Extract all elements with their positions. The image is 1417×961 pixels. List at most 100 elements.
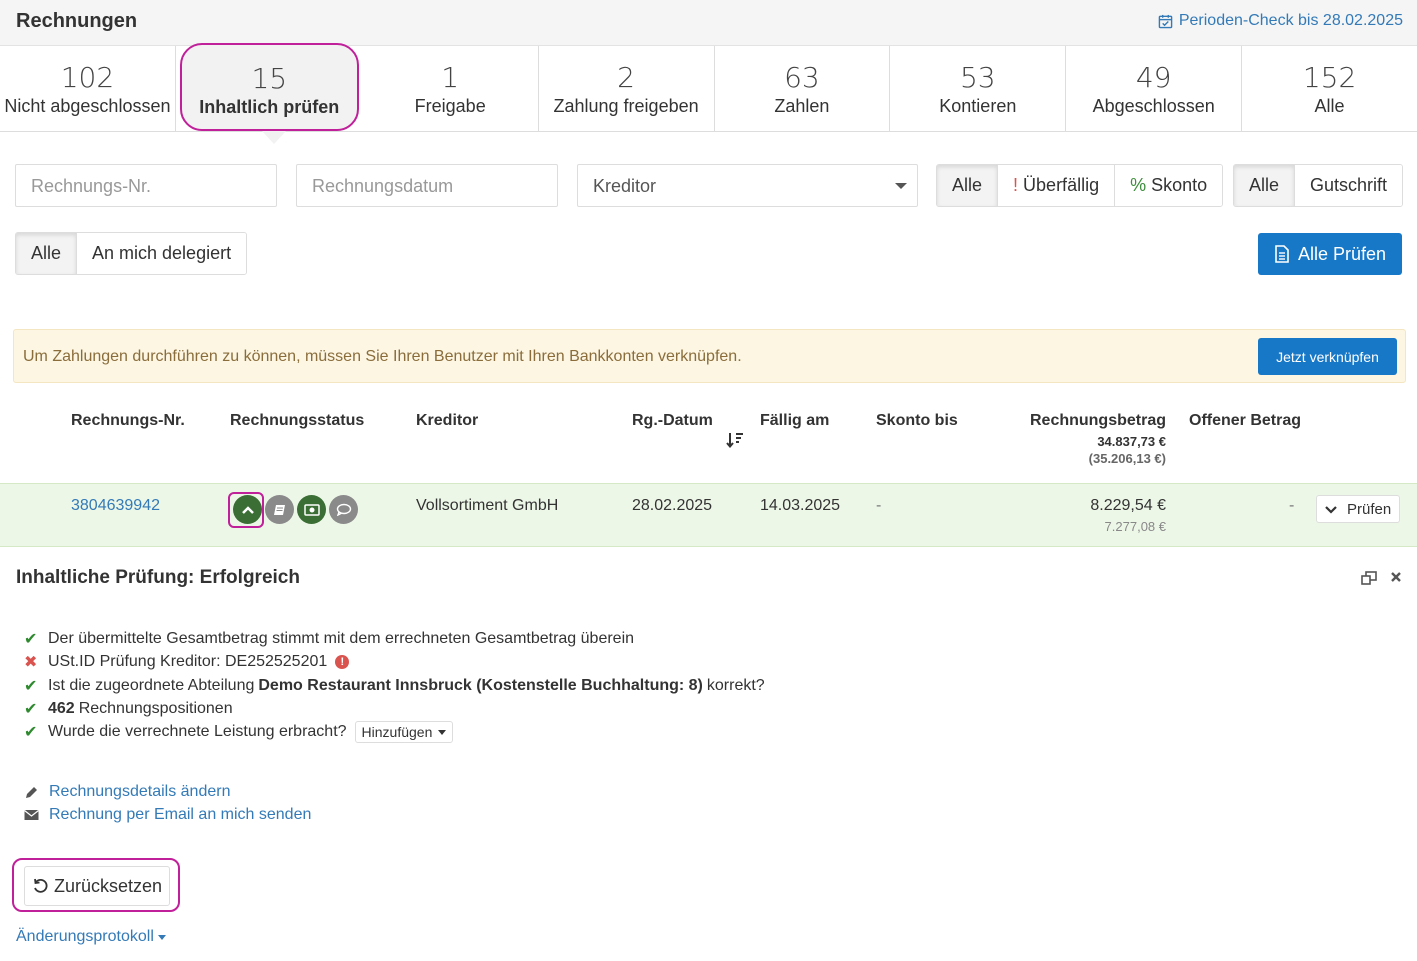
check-all-label: Alle Prüfen [1297, 243, 1387, 264]
tab-all[interactable]: 152 Alle [1242, 46, 1417, 131]
check-all-button[interactable]: Alle Prüfen [1258, 233, 1402, 275]
reset-label: Zurücksetzen [53, 875, 163, 896]
tab-count: 102 [60, 61, 115, 94]
checkmark-icon: ✔ [24, 678, 38, 695]
type-filter-credit-note[interactable]: Gutschrift [1295, 165, 1403, 206]
tab-release-payment[interactable]: 2 Zahlung freigeben [539, 46, 715, 131]
check-row-button[interactable]: Prüfen [1316, 495, 1400, 523]
page-header: Rechnungen Perioden-Check bis 28.02.2025 [0, 0, 1417, 46]
active-tab-caret [262, 131, 286, 144]
tab-label: Abgeschlossen [1092, 96, 1215, 116]
tab-count: 15 [251, 62, 288, 95]
bank-link-alert: Um Zahlungen durchführen zu können, müss… [13, 329, 1406, 383]
checkmark-icon: ✔ [24, 724, 38, 741]
due-cell: 14.03.2025 [760, 497, 841, 514]
col-due[interactable]: Fällig am [760, 412, 829, 430]
invoice-number-input[interactable]: Rechnungs-Nr. [15, 164, 277, 207]
reset-button[interactable]: Zurücksetzen [24, 866, 170, 906]
tab-label: Zahlung freigeben [553, 96, 699, 116]
due-filter-discount[interactable]: % Skonto [1115, 165, 1223, 206]
col-amount[interactable]: Rechnungsbetrag 34.837,73 € (35.206,13 €… [1000, 412, 1166, 466]
col-amount-label: Rechnungsbetrag [1029, 412, 1166, 429]
tab-label: Freigabe [414, 96, 486, 116]
tab-count: 63 [784, 61, 820, 94]
due-filter-overdue[interactable]: ! Überfällig [998, 165, 1116, 206]
amount-cell: 8.229,54 € 7.277,08 € [1000, 497, 1166, 534]
book-icon [273, 504, 285, 515]
tab-count: 1 [441, 61, 460, 94]
add-dropdown[interactable]: Hinzufügen [354, 721, 454, 743]
check-item-vatid: ✖ USt.ID Prüfung Kreditor: DE252525201 ! [24, 652, 350, 672]
invoice-date-input[interactable]: Rechnungsdatum [296, 164, 558, 207]
comment-status-icon[interactable] [329, 495, 358, 524]
add-dropdown-label: Hinzufügen [361, 724, 433, 740]
check-item-positions: ✔ 462 Rechnungspositionen [24, 699, 233, 719]
positions-count: 462 [48, 700, 75, 717]
content-check-status-icon[interactable] [233, 495, 262, 524]
assignment-filter-group: Alle An mich delegiert [15, 232, 248, 275]
check-text: USt.ID Prüfung Kreditor: DE252525201 [48, 653, 328, 670]
percent-icon: % [1130, 175, 1147, 195]
changelog-toggle[interactable]: Änderungsprotokoll [16, 928, 166, 946]
send-email-label: Rechnung per Email an mich senden [49, 806, 312, 823]
tab-count: 152 [1302, 61, 1357, 94]
check-text: Rechnungspositionen [78, 700, 233, 717]
due-filter-all[interactable]: Alle [937, 165, 999, 206]
book-status-icon[interactable] [265, 495, 294, 524]
envelope-icon [24, 810, 39, 820]
edit-details-link[interactable]: Rechnungsdetails ändern [24, 783, 230, 801]
status-tabs: 102 Nicht abgeschlossen 15 Inhaltlich pr… [0, 43, 1417, 132]
col-open-amount[interactable]: Offener Betrag [1189, 412, 1301, 430]
type-filter-group: Alle Gutschrift [1233, 164, 1404, 207]
tab-label: Inhaltlich prüfen [199, 97, 340, 117]
page-title: Rechnungen [16, 10, 138, 32]
discount-label: Skonto [1151, 175, 1208, 195]
col-date[interactable]: Rg.-Datum [632, 412, 713, 430]
tab-pay[interactable]: 63 Zahlen [715, 46, 891, 131]
tab-account[interactable]: 53 Kontieren [890, 46, 1067, 131]
period-check-link[interactable]: Perioden-Check bis 28.02.2025 [1158, 12, 1403, 30]
sort-desc-icon[interactable] [726, 432, 744, 448]
popout-icon[interactable] [1361, 571, 1377, 585]
col-status[interactable]: Rechnungsstatus [230, 412, 364, 430]
assignment-filter-all[interactable]: Alle [16, 233, 78, 274]
type-filter-all[interactable]: Alle [1234, 165, 1296, 206]
link-now-button[interactable]: Jetzt verknüpfen [1258, 338, 1397, 375]
comment-icon [336, 503, 351, 516]
discount-until-cell: - [876, 497, 882, 514]
creditor-select[interactable]: Kreditor [577, 164, 918, 207]
chevron-down-icon [1325, 505, 1337, 514]
check-row-label: Prüfen [1347, 500, 1392, 518]
col-invoice-no[interactable]: Rechnungs-Nr. [71, 412, 185, 430]
overdue-label: Überfällig [1023, 175, 1100, 195]
col-creditor[interactable]: Kreditor [416, 412, 478, 430]
warning-icon[interactable]: ! [335, 655, 350, 669]
tab-content-check[interactable]: 15 Inhaltlich prüfen [179, 43, 359, 131]
amount-total-gross: (35.206,13 €) [1088, 451, 1166, 466]
payment-status-icon[interactable] [297, 495, 326, 524]
check-item-department: ✔ Ist die zugeordnete Abteilung Demo Res… [24, 676, 765, 696]
close-icon[interactable] [1390, 571, 1402, 583]
tab-count: 49 [1135, 61, 1172, 94]
invoice-number-link[interactable]: 3804639942 [71, 497, 160, 515]
tab-closed[interactable]: 49 Abgeschlossen [1066, 46, 1243, 131]
tab-approval[interactable]: 1 Freigabe [363, 46, 539, 131]
check-text-post: korrekt? [706, 677, 765, 694]
table-row[interactable]: 3804639942 Vollsortiment GmbH 28.02.2025… [0, 483, 1417, 547]
assignment-filter-delegated[interactable]: An mich delegiert [77, 233, 247, 274]
tab-not-closed[interactable]: 102 Nicht abgeschlossen [0, 46, 176, 131]
checkmark-icon: ✔ [24, 701, 38, 718]
cross-icon: ✖ [24, 654, 38, 671]
check-text: Der übermittelte Gesamtbetrag stimmt mit… [48, 630, 635, 647]
col-discount-until[interactable]: Skonto bis [876, 412, 958, 430]
check-text-pre: Ist die zugeordnete Abteilung [48, 677, 255, 694]
tab-label: Alle [1314, 96, 1345, 116]
alert-message: Um Zahlungen durchführen zu können, müss… [23, 348, 742, 365]
tab-label: Nicht abgeschlossen [4, 96, 171, 116]
date-cell: 28.02.2025 [632, 497, 713, 514]
tab-label: Zahlen [774, 96, 830, 116]
send-email-link[interactable]: Rechnung per Email an mich senden [24, 806, 311, 824]
detail-title: Inhaltliche Prüfung: Erfolgreich [16, 567, 300, 588]
calendar-check-icon [1158, 14, 1173, 28]
check-item-total: ✔ Der übermittelte Gesamtbetrag stimmt m… [24, 629, 634, 649]
